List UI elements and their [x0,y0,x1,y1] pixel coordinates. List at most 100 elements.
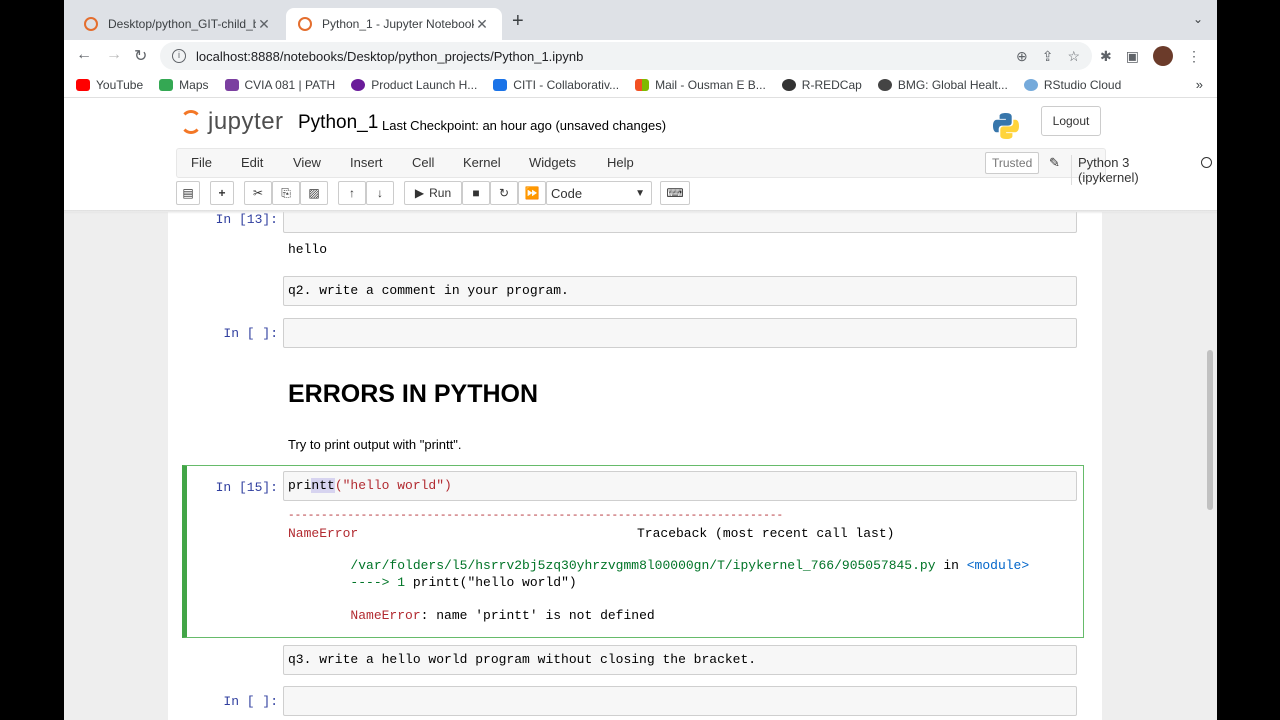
tab-title: Python_1 - Jupyter Notebook [322,17,474,31]
trusted-badge[interactable]: Trusted [985,152,1040,174]
code-text: ("hello world") [334,478,452,493]
bookmark-product-launch[interactable]: Product Launch H... [351,78,477,92]
save-icon[interactable]: ▤ [176,181,200,205]
tab-notebook[interactable]: Python_1 - Jupyter Notebook ✕ [286,8,502,40]
menu-edit[interactable]: Edit [241,155,263,170]
maps-icon [159,78,174,91]
rstudio-icon [1023,78,1038,91]
code-cell-input[interactable] [283,212,1077,233]
browser-toolbar: ← → ↻ i localhost:8888/notebooks/Desktop… [64,40,1217,72]
header-shadow [64,210,1217,214]
run-button[interactable]: ▶ Run [404,181,462,205]
checkpoint-status: Last Checkpoint: an hour ago (unsaved ch… [382,118,667,133]
traceback-code: printt("hello world") [412,575,577,590]
menu-widgets[interactable]: Widgets [529,155,576,170]
error-name: NameError [350,608,421,623]
bookmark-maps[interactable]: Maps [159,78,209,92]
reload-icon[interactable]: ↻ [134,46,147,66]
move-down-icon[interactable]: ↓ [366,181,394,205]
play-icon: ▶ [414,186,425,200]
menu-insert[interactable]: Insert [350,155,383,170]
product-launch-icon [351,78,366,91]
extensions-icon[interactable]: ✱ [1100,48,1112,65]
bookmark-redcap[interactable]: R-REDCap [781,77,862,92]
copy-icon[interactable]: ⎘ [272,181,300,205]
redcap-icon [781,78,796,91]
logout-button[interactable]: Logout [1041,106,1101,136]
info-icon[interactable]: i [172,49,186,63]
insert-cell-icon[interactable]: + [210,181,234,205]
bookmark-rstudio[interactable]: RStudio Cloud [1023,77,1122,92]
restart-icon[interactable]: ↻ [490,181,518,205]
chevron-down-icon[interactable]: ⌄ [1193,12,1203,26]
bookmark-label: R-REDCap [801,77,862,92]
bookmark-label: BMG: Global Healt... [897,77,1008,92]
markdown-paragraph: Try to print output with "printt". [288,437,462,452]
close-icon[interactable]: ✕ [256,16,272,33]
code-cell-input[interactable] [283,318,1077,348]
cvia-icon [224,78,239,91]
cell-type-value: Code [551,185,583,201]
bookmark-citi[interactable]: CITI - Collaborativ... [493,78,619,92]
notebook-name[interactable]: Python_1 [298,112,378,134]
cell-type-select[interactable]: Code ▼ [546,181,652,205]
tab-desktop[interactable]: Desktop/python_GIT-child_bra ✕ [72,8,284,40]
traceback-error-name: NameError [288,526,359,541]
markdown-text: q3. write a hello world program without … [288,652,757,667]
globe-icon [877,78,892,91]
sidepanel-icon[interactable]: ▣ [1126,48,1139,65]
code-cell-input[interactable]: printt("hello world") [283,471,1077,501]
jupyter-logo[interactable]: jupyter [180,108,284,136]
paste-icon[interactable]: ▨ [300,181,328,205]
bookmark-cvia[interactable]: CVIA 081 | PATH [224,78,335,92]
traceback-in: in [935,558,967,573]
bookmark-star-icon[interactable]: ☆ [1067,48,1080,65]
markdown-cell[interactable]: q3. write a hello world program without … [283,645,1077,675]
browser-window: Desktop/python_GIT-child_bra ✕ Python_1 … [64,0,1217,720]
avatar[interactable] [1152,46,1173,66]
jupyter-logo-text: jupyter [208,108,284,135]
chevron-down-icon: ▼ [635,187,645,199]
traceback-final-line: NameError: name 'printt' is not defined [288,593,655,638]
error-message: : name 'printt' is not defined [420,608,655,623]
bookmark-bmg[interactable]: BMG: Global Healt... [877,77,1008,92]
bookmarks-bar: YouTube Maps CVIA 081 | PATH Product Lau… [64,72,1217,98]
new-tab-icon[interactable]: + [512,10,524,33]
traceback-header: Traceback (most recent call last) [637,526,895,541]
menu-view[interactable]: View [293,155,321,170]
scrollbar[interactable] [1207,350,1213,510]
traceback-arrow: ----> 1 [350,575,413,590]
zoom-icon[interactable]: ⊕ [1016,48,1028,65]
menu-help[interactable]: Help [607,155,634,170]
stop-icon[interactable]: ■ [462,181,490,205]
share-icon[interactable]: ⇪ [1042,48,1054,65]
fast-forward-icon[interactable]: ⏩ [518,181,546,205]
run-label: Run [429,186,452,200]
citi-icon [493,78,508,91]
markdown-cell[interactable]: q2. write a comment in your program. [283,276,1077,306]
cut-icon[interactable]: ✂ [244,181,272,205]
code-cell-input[interactable] [283,686,1077,716]
menu-cell[interactable]: Cell [412,155,434,170]
more-bookmarks-icon[interactable]: » [1196,77,1203,92]
bookmark-label: RStudio Cloud [1043,77,1122,92]
edit-pencil-icon[interactable]: ✎ [1049,155,1060,171]
bookmark-mail[interactable]: Mail - Ousman E B... [635,78,766,92]
notebook-area: In [13]: hello q2. write a comment in yo… [64,212,1217,720]
menu-dots-icon[interactable]: ⋮ [1187,48,1201,65]
back-icon[interactable]: ← [76,46,92,64]
menu-file[interactable]: File [191,155,212,170]
jupyter-header: jupyter Python_1 Last Checkpoint: an hou… [64,98,1217,148]
kernel-idle-icon [1201,157,1212,168]
keyboard-icon[interactable]: ⌨ [660,181,690,205]
tab-strip: Desktop/python_GIT-child_bra ✕ Python_1 … [64,0,1217,40]
move-up-icon[interactable]: ↑ [338,181,366,205]
notebook-toolbar: ▤ + ✂ ⎘ ▨ ↑ ↓ ▶ Run ■ ↻ ⏩ Code ▼ ⌨ [176,180,1106,208]
forward-icon[interactable]: → [106,46,122,64]
traceback-separator: ----------------------------------------… [288,510,784,522]
menu-kernel[interactable]: Kernel [463,155,501,170]
notebook-page: In [13]: hello q2. write a comment in yo… [168,212,1102,720]
bookmark-youtube[interactable]: YouTube [76,78,143,92]
address-bar[interactable]: i localhost:8888/notebooks/Desktop/pytho… [160,42,1092,70]
close-icon[interactable]: ✕ [474,16,490,33]
